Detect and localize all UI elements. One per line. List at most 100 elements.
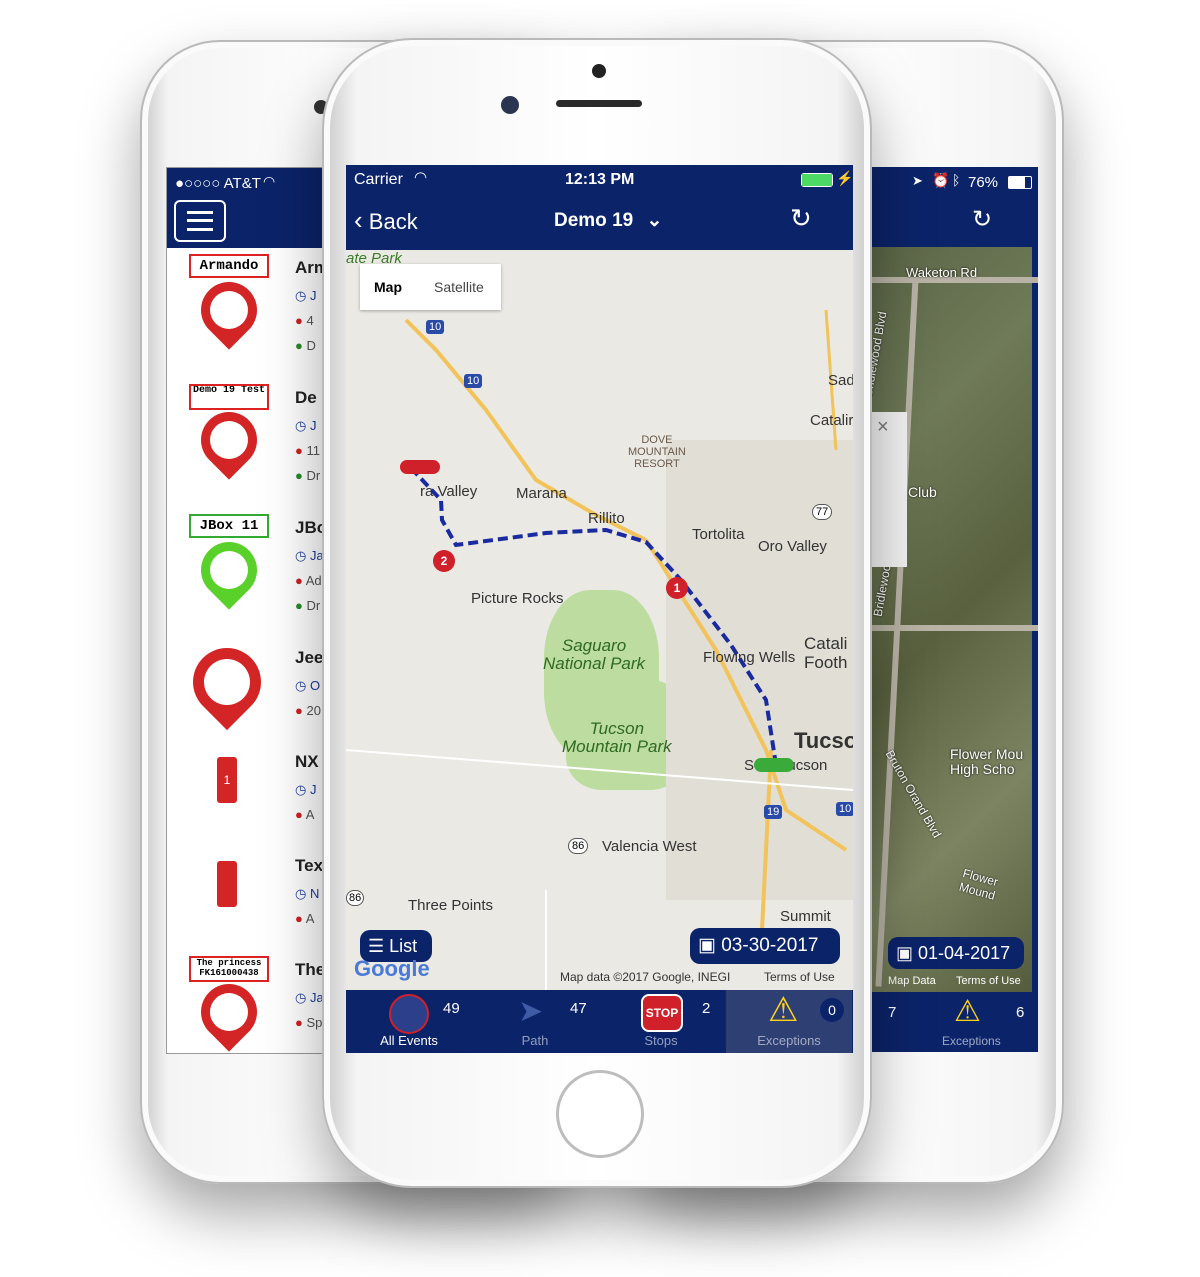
vehicle-row[interactable]: JBox 11 JBo ◷ Ja ● Ad ● Dr [167,508,327,639]
refresh-icon[interactable]: ↻ [790,203,812,234]
end-vehicle-marker[interactable] [400,460,440,474]
vehicle-name: The [295,960,326,979]
street-label: Flower Mound [957,866,1000,903]
place-label: Catali Footh [804,634,848,672]
tab-count: 6 [1016,1004,1025,1021]
tab-stops[interactable]: STOP 2 Stops [598,990,724,1053]
proximity-sensor [501,96,519,114]
route-map[interactable]: Map Satellite ate Park DOVE MOUNTAIN RES… [346,250,853,990]
vehicle-row[interactable]: Demo 19 Test De ◷ J ● 11 ● Dr [167,378,327,509]
vehicle-row[interactable]: Tex ◷ N ● A [167,846,327,951]
left-screen: ●○○○○ AT&T ◠ Armando Arm ◷ J ● 4 ● D Dem… [166,167,348,1054]
chevron-down-icon: ⌄ [646,210,663,231]
place-label: Rillito [588,510,625,527]
clock-time: 12:13 PM [565,171,635,188]
highway-shield: 10 [426,320,445,334]
home-button[interactable] [556,1070,644,1158]
vehicle-tag: The princess FK161000438 [189,956,269,982]
carrier-label: ●○○○○ AT&T [175,175,261,192]
stop-marker-1[interactable]: 1 [666,577,688,599]
back-button[interactable]: ‹ Back [354,205,418,237]
vehicle-driver: Dr [306,468,321,483]
tab-label: Stops [644,1033,678,1048]
place-label: Tucson Mountain Park [562,719,672,756]
refresh-icon[interactable]: ↻ [972,205,992,234]
tab-count-badge: 0 [820,998,844,1022]
location-icon: ● Sp [295,1015,323,1030]
location-icon: ● 4 [295,313,314,328]
vehicle-address: A [305,807,315,822]
date-button[interactable]: ▣ 03-30-2017 [690,928,840,964]
satellite-toggle-button[interactable]: Satellite [434,279,484,295]
location-icon: ● Ad [295,573,322,588]
vehicle-tag: Demo 19 Test [189,384,269,410]
vehicle-time: J [309,418,317,433]
highway-shield: 10 [836,802,853,816]
start-vehicle-marker[interactable] [754,758,794,772]
hamburger-icon [187,211,213,231]
right-status-bar: ➤ ⏰ ᛒ 76% ↻ [872,167,1038,247]
vehicle-name: Jee [295,648,324,667]
driver-icon: ● Dr [295,468,321,483]
tab-label: Path [521,1033,549,1048]
charging-icon: ⚡ [836,170,853,186]
calendar-icon: ▣ [698,935,716,956]
vehicle-name: De [295,388,317,407]
right-tab-bar: 7 ⚠ Exceptions 6 [872,992,1038,1052]
map-toggle-button[interactable]: Map [374,279,402,295]
earpiece [556,100,642,107]
date-label: 03-30-2017 [721,935,819,956]
tab-label: Exceptions [757,1033,821,1048]
place-label: Club [908,484,937,500]
stop-marker-2[interactable]: 2 [433,550,455,572]
navigation-arrow-icon: ➤ [518,995,544,1028]
vehicle-row[interactable]: Armando Arm ◷ J ● 4 ● D [167,248,329,379]
tab-count: 2 [702,1000,711,1017]
vehicle-address: 11 [306,443,320,458]
highway-shield: 86 [346,890,365,906]
highway-shield: 10 [464,374,483,388]
vehicle-row[interactable]: Jee ◷ O ● 20 [167,633,327,743]
driver-icon: ● Dr [295,598,321,613]
vehicle-selector[interactable]: Demo 19 ⌄ [554,209,662,232]
date-button[interactable]: ▣ 01-04-2017 [888,937,1024,969]
place-label: ate Park [346,250,402,267]
location-arrow-icon: ➤ [912,173,923,188]
tab-exceptions[interactable]: ⚠ 0 Exceptions [726,990,852,1053]
close-icon[interactable]: × [877,416,889,439]
terms-link[interactable]: Terms of Use [956,975,1021,987]
clock-icon: ◷ J [295,782,317,797]
tab-path[interactable]: ➤ 47 Path [472,990,598,1053]
place-label: Three Points [408,897,494,914]
vehicle-address: 20 [306,703,321,718]
map-data-label: Map data ©2017 Google, INEGI [560,970,731,984]
place-label: Picture Rocks [471,590,564,607]
vehicle-row[interactable]: 1 NX ◷ J ● A [167,742,327,847]
center-header: Carrier ◠ 12:13 PM ⚡ ‹ Back Demo 19 ⌄ ↻ [346,165,853,250]
vehicle-row[interactable]: The princess FK161000438 The ◷ Ja ● Sp [167,950,327,1053]
location-icon: ● A [295,911,315,926]
terms-link[interactable]: Terms of Use [764,970,835,984]
list-icon: ☰ [368,936,385,956]
tab-count: 49 [443,1000,460,1017]
vehicle-time: N [309,886,320,901]
location-icon: ● A [295,807,315,822]
satellite-map[interactable]: Waketon Rd Bridlewood Blvd Bridlewood Bl… [872,247,1038,992]
all-events-icon [389,994,429,1034]
street-label: Bridlewood Blvd [872,310,890,398]
vehicle-time: J [309,288,317,303]
tab-exceptions[interactable]: ⚠ Exceptions [932,992,1012,1052]
chevron-left-icon: ‹ [354,205,363,235]
back-label: Back [368,209,418,234]
center-tab-bar: 49 All Events ➤ 47 Path STOP 2 Stops ⚠ 0… [346,990,853,1053]
vehicle-address: A [305,911,315,926]
clock-icon: ◷ J [295,418,317,433]
clock-icon: ◷ N [295,886,320,901]
road [872,625,1038,631]
google-logo: Google [354,956,430,981]
menu-button[interactable] [174,200,226,242]
red-marker-icon: 1 [217,757,237,803]
place-label: ra Valley [420,483,478,500]
tab-all-events[interactable]: 49 All Events [346,990,472,1053]
red-marker-icon [217,861,237,907]
